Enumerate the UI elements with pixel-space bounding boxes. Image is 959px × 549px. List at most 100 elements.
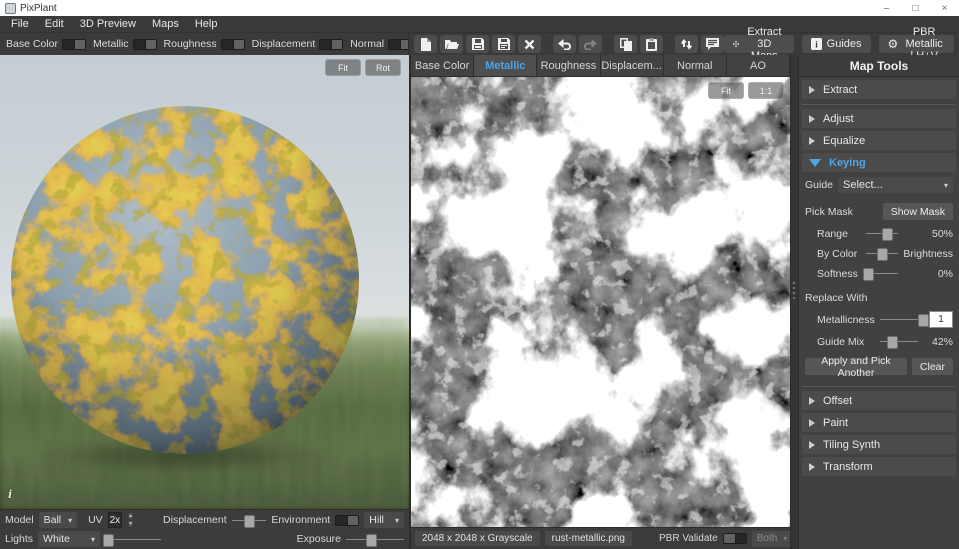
rotate-view-button[interactable]: Rot (365, 59, 401, 76)
pbr-validate-toggle[interactable] (723, 533, 747, 544)
toolbar: Base Color Metallic Roughness Displaceme… (0, 33, 959, 56)
section-adjust[interactable]: Adjust (802, 109, 956, 128)
filename-button[interactable]: rust-metallic.png (545, 531, 632, 546)
chevron-right-icon (809, 419, 815, 427)
tab-roughness[interactable]: Roughness (537, 55, 600, 76)
panel-splitter[interactable] (790, 55, 799, 549)
section-tiling-synth[interactable]: Tiling Synth (802, 435, 956, 454)
menu-edit[interactable]: Edit (37, 18, 72, 30)
range-value: 50% (903, 228, 953, 240)
redo-button[interactable] (579, 35, 602, 53)
model-select[interactable]: Ball▾ (39, 512, 77, 528)
tab-base-color[interactable]: Base Color (411, 55, 474, 76)
show-mask-button[interactable]: Show Mask (883, 203, 953, 220)
chevron-down-icon: ▾ (68, 516, 72, 525)
lights-intensity-slider[interactable] (105, 533, 161, 546)
new-button[interactable] (414, 35, 437, 53)
exposure-slider[interactable] (346, 533, 404, 546)
fit-view-button[interactable]: Fit (325, 59, 361, 76)
pbr-validate-label: PBR Validate (659, 533, 718, 544)
softness-slider[interactable] (866, 267, 898, 280)
copy-button[interactable] (614, 35, 637, 53)
by-color-label: By Color (817, 248, 861, 260)
base-color-toggle[interactable] (62, 39, 86, 50)
feedback-button[interactable] (701, 35, 724, 53)
save-button[interactable] (466, 35, 489, 53)
map-tabs: Base Color Metallic Roughness Displacem.… (411, 55, 790, 77)
section-offset[interactable]: Offset (802, 391, 956, 410)
section-paint[interactable]: Paint (802, 413, 956, 432)
stepper-up-icon[interactable]: ▲ (127, 512, 134, 520)
stepper-down-icon[interactable]: ▼ (127, 520, 134, 528)
metallic-map-view[interactable]: Fit 1:1 (411, 77, 790, 527)
lights-select[interactable]: White▾ (38, 531, 100, 547)
displacement-toggle-label: Displacement (252, 38, 316, 50)
tab-displacement[interactable]: Displacem... (601, 55, 664, 76)
map-tools-title: Map Tools (799, 55, 959, 77)
by-color-value: Brightness (903, 248, 953, 260)
uv-value-field[interactable]: 2x (108, 512, 122, 528)
softness-label: Softness (817, 268, 861, 280)
displacement-toggle[interactable] (319, 39, 343, 50)
environment-select[interactable]: Hill▾ (364, 512, 404, 528)
uv-stepper[interactable]: ▲▼ (127, 512, 134, 528)
metallicness-label: Metallicness (817, 314, 875, 326)
paste-button[interactable] (640, 35, 663, 53)
tab-normal[interactable]: Normal (664, 55, 727, 76)
environment-toggle[interactable] (335, 515, 359, 526)
zoom-actual-size-button[interactable]: 1:1 (748, 82, 784, 99)
texture-editor-panel: Base Color Metallic Roughness Displacem.… (411, 55, 790, 549)
info-icon[interactable]: i (8, 488, 12, 501)
tab-metallic[interactable]: Metallic (474, 55, 537, 76)
maximize-button[interactable]: □ (901, 0, 930, 16)
range-slider[interactable] (866, 227, 898, 240)
chevron-right-icon (809, 463, 815, 471)
chevron-right-icon (809, 137, 815, 145)
apply-and-pick-another-button[interactable]: Apply and Pick Another (805, 358, 907, 375)
guide-mix-label: Guide Mix (817, 336, 875, 348)
metallicness-value-field[interactable]: 1 (929, 311, 953, 328)
clear-button[interactable]: Clear (912, 358, 953, 375)
image-dimensions-button[interactable]: 2048 x 2048 x Grayscale (415, 531, 540, 546)
chevron-down-icon: ▾ (91, 535, 95, 544)
menu-file[interactable]: File (3, 18, 37, 30)
menu-help[interactable]: Help (187, 18, 226, 30)
pbr-settings-button[interactable]: ⚙ PBR Metallic | H+V (879, 35, 954, 53)
pbr-mode-select[interactable]: Both▾ (752, 531, 793, 547)
window-title: PixPlant (20, 3, 57, 14)
metallic-toggle[interactable] (133, 39, 157, 50)
save-as-button[interactable] (492, 35, 515, 53)
keying-panel: Guide Select...▾ Pick Mask Show Mask Ran… (799, 172, 959, 381)
guides-info-icon: i (811, 38, 822, 50)
extract-3d-maps-button[interactable]: Extract 3D Maps (724, 35, 794, 53)
section-transform[interactable]: Transform (802, 457, 956, 476)
menu-maps[interactable]: Maps (144, 18, 187, 30)
tab-ao[interactable]: AO (727, 55, 790, 76)
scene-3d[interactable]: Fit Rot i (0, 55, 409, 509)
viewport-controls: Model Ball▾ UV 2x ▲▼ Displacement Enviro… (0, 509, 409, 549)
chevron-right-icon (809, 397, 815, 405)
guides-button[interactable]: i Guides (802, 35, 871, 53)
roughness-toggle[interactable] (221, 39, 245, 50)
open-button[interactable] (440, 35, 463, 53)
displacement-slider[interactable] (232, 514, 267, 527)
zoom-fit-button[interactable]: Fit (708, 82, 744, 99)
action-buttons-group: Extract 3D Maps i Guides ⚙ PBR Metallic … (724, 35, 954, 53)
menu-3d-preview[interactable]: 3D Preview (72, 18, 144, 30)
normal-toggle[interactable] (388, 39, 409, 50)
section-keying[interactable]: Keying (802, 153, 956, 172)
undo-button[interactable] (553, 35, 576, 53)
close-file-button[interactable] (518, 35, 541, 53)
section-extract[interactable]: Extract (802, 80, 956, 99)
section-equalize[interactable]: Equalize (802, 131, 956, 150)
sync-maps-button[interactable] (675, 35, 698, 53)
chevron-down-icon (809, 159, 821, 167)
rusty-sphere (10, 105, 360, 455)
by-color-slider[interactable] (866, 247, 898, 260)
guide-label: Guide (805, 179, 833, 191)
guide-mix-slider[interactable] (880, 335, 918, 348)
close-button[interactable]: × (930, 0, 959, 16)
guide-select[interactable]: Select...▾ (838, 177, 953, 193)
minimize-button[interactable]: – (872, 0, 901, 16)
metallicness-slider[interactable] (880, 313, 924, 326)
